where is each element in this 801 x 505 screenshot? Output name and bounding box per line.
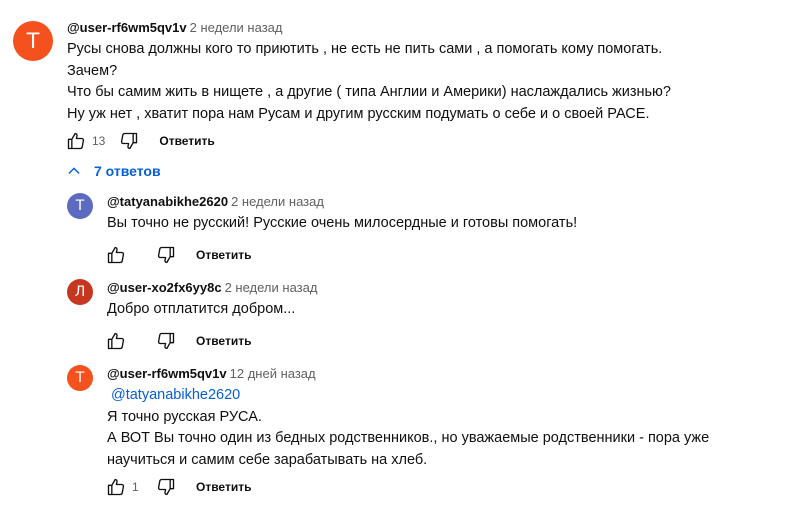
- reply-line: научиться и самим себе зарабатывать на х…: [107, 451, 428, 468]
- reply-button[interactable]: Ответить: [159, 134, 214, 148]
- comment-author[interactable]: @user-rf6wm5qv1v: [67, 20, 187, 35]
- replies-count-label: 7 ответов: [94, 163, 161, 179]
- avatar-letter: Т: [75, 198, 85, 214]
- comment-text: Русы снова должны кого то приютить , не …: [67, 39, 671, 125]
- like-button[interactable]: [64, 129, 88, 153]
- comment-line: Что бы самим жить в нищете , а другие ( …: [67, 84, 671, 100]
- like-count: 13: [92, 134, 106, 148]
- thumbs-down-icon: [157, 246, 175, 264]
- reply-line: А ВОТ Вы точно один из бедных родственни…: [107, 430, 710, 446]
- like-button[interactable]: [104, 243, 128, 267]
- dislike-button[interactable]: [117, 129, 141, 153]
- reply-line: Я точно русская РУСА.: [107, 408, 262, 425]
- dislike-button[interactable]: [154, 329, 178, 353]
- like-button[interactable]: [104, 329, 128, 353]
- comment-line: Русы снова должны кого то приютить , не …: [67, 41, 663, 57]
- reply-text: Вы точно не русский! Русские очень милос…: [107, 213, 577, 235]
- thumbs-up-icon: [107, 478, 125, 496]
- reply-author[interactable]: @tatyanabikhe2620: [107, 194, 228, 209]
- avatar-letter: Т: [26, 29, 40, 53]
- reply-text: @tatyanabikhe2620 Я точно русская РУСА. …: [107, 385, 709, 471]
- comment-header: @user-rf6wm5qv1v 2 недели назад: [67, 20, 282, 35]
- reply-header: @tatyanabikhe2620 2 недели назад: [107, 194, 324, 209]
- replies-toggle-button[interactable]: 7 ответов: [66, 163, 161, 179]
- comment-time[interactable]: 2 недели назад: [190, 20, 283, 35]
- reply-button[interactable]: Ответить: [196, 480, 251, 494]
- reply-header: @user-xo2fx6yy8c 2 недели назад: [107, 280, 317, 295]
- thumbs-up-icon: [107, 332, 125, 350]
- comment-actions: 13 Ответить: [64, 129, 215, 153]
- reply-time[interactable]: 2 недели назад: [225, 280, 318, 295]
- comment-line: Зачем?: [67, 62, 118, 79]
- reply-line: Вы точно не русский! Русские очень милос…: [107, 215, 578, 231]
- reply-time[interactable]: 2 недели назад: [231, 194, 324, 209]
- comment-line: Ну уж нет , хватит пора нам Русам и друг…: [67, 105, 650, 122]
- mention-link[interactable]: @tatyanabikhe2620: [111, 387, 240, 403]
- thumbs-up-icon: [67, 132, 85, 150]
- like-count: 1: [132, 480, 139, 494]
- reply-time[interactable]: 12 дней назад: [230, 366, 316, 381]
- avatar[interactable]: Л: [67, 279, 93, 305]
- reply-button[interactable]: Ответить: [196, 248, 251, 262]
- avatar-letter: Т: [75, 370, 85, 386]
- like-button[interactable]: [104, 475, 128, 499]
- avatar[interactable]: Т: [13, 21, 53, 61]
- reply-text: Добро отплатится добром...: [107, 299, 295, 321]
- reply-actions: 1 Ответить: [104, 475, 251, 499]
- dislike-button[interactable]: [154, 475, 178, 499]
- dislike-button[interactable]: [154, 243, 178, 267]
- chevron-up-icon: [68, 167, 80, 174]
- reply-actions: Ответить: [104, 329, 251, 353]
- thumbs-down-icon: [157, 332, 175, 350]
- reply-author[interactable]: @user-xo2fx6yy8c: [107, 280, 222, 295]
- reply-actions: Ответить: [104, 243, 251, 267]
- reply-line: Добро отплатится добром...: [107, 301, 296, 317]
- avatar[interactable]: Т: [67, 365, 93, 391]
- thumbs-down-icon: [121, 132, 138, 150]
- avatar-letter: Л: [74, 284, 86, 300]
- thumbs-up-icon: [107, 246, 125, 264]
- reply-button[interactable]: Ответить: [196, 334, 251, 348]
- thumbs-down-icon: [157, 478, 175, 496]
- reply-author[interactable]: @user-rf6wm5qv1v: [107, 366, 227, 381]
- avatar[interactable]: Т: [67, 193, 93, 219]
- reply-header: @user-rf6wm5qv1v 12 дней назад: [107, 366, 316, 381]
